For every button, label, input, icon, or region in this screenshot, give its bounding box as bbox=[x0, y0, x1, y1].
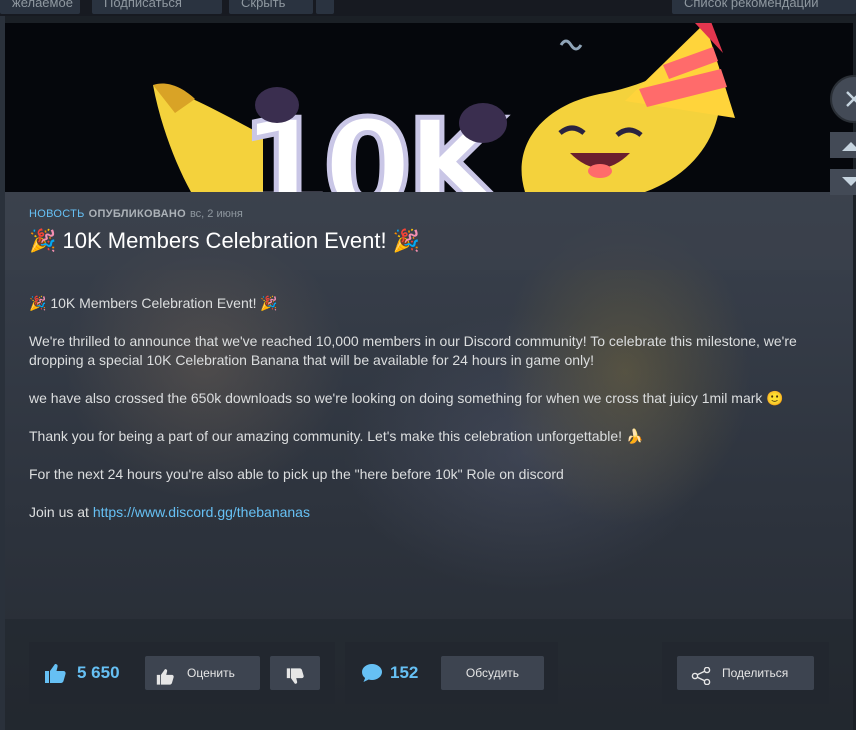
follow-label: Подписаться bbox=[104, 0, 182, 10]
wishlist-label: желаемое bbox=[12, 0, 73, 10]
event-modal: 10K НОВОСТЬ ОПУБЛИКОВАНО вс, 2 июня 🎉 10K … bbox=[5, 23, 853, 730]
banana-10k-illustration: 10K bbox=[153, 23, 735, 192]
post-title: 🎉 10K Members Celebration Event! 🎉 bbox=[29, 228, 421, 253]
news-tag[interactable]: НОВОСТЬ bbox=[29, 208, 85, 220]
chat-bubble-icon bbox=[361, 663, 383, 688]
post-meta: НОВОСТЬ ОПУБЛИКОВАНО вс, 2 июня bbox=[29, 208, 243, 220]
discuss-button[interactable]: Обсудить bbox=[441, 656, 544, 690]
previous-event-button[interactable] bbox=[830, 132, 856, 158]
rating-panel: 5 650 Оценить bbox=[29, 642, 335, 704]
comments-panel: 152 Обсудить bbox=[345, 642, 558, 704]
arrow-up-icon bbox=[842, 142, 856, 151]
discord-link[interactable]: https://www.discord.gg/thebananas bbox=[93, 504, 310, 520]
arrow-down-icon bbox=[842, 177, 856, 186]
post-paragraph: 🎉 10K Members Celebration Event! 🎉 bbox=[29, 295, 278, 311]
thumbs-up-icon bbox=[156, 664, 174, 698]
share-panel: Поделиться bbox=[662, 642, 829, 704]
join-paragraph: Join us at https://www.discord.gg/theban… bbox=[29, 503, 819, 522]
published-label: ОПУБЛИКОВАНО bbox=[88, 208, 186, 220]
post-paragraph: we have also crossed the 650k downloads … bbox=[29, 390, 784, 406]
post-paragraph: We're thrilled to announce that we've re… bbox=[29, 333, 797, 368]
next-event-button[interactable] bbox=[830, 169, 856, 195]
comments-count: 152 bbox=[390, 663, 419, 682]
thumbs-down-icon bbox=[286, 664, 304, 698]
discuss-label: Обсудить bbox=[465, 666, 520, 680]
more-dropdown-button[interactable] bbox=[316, 0, 334, 14]
wishlist-button[interactable]: желаемое bbox=[0, 0, 80, 14]
post-date: вс, 2 июня bbox=[189, 208, 243, 220]
thumbs-down-button[interactable] bbox=[270, 656, 320, 690]
close-icon bbox=[846, 91, 856, 107]
hide-button[interactable]: Скрыть bbox=[229, 0, 313, 14]
follow-button[interactable]: Подписаться bbox=[92, 0, 222, 14]
recommend-label: Список рекомендаций bbox=[684, 0, 819, 10]
share-label: Поделиться bbox=[722, 666, 789, 680]
rate-button[interactable]: Оценить bbox=[145, 656, 260, 690]
post-paragraph: Thank you for being a part of our amazin… bbox=[29, 428, 644, 444]
share-icon bbox=[691, 664, 711, 698]
store-topbar: желаемое Подписаться Скрыть Список реком… bbox=[0, 0, 856, 16]
thumbs-up-icon bbox=[44, 663, 66, 688]
post-paragraph: For the next 24 hours you're also able t… bbox=[29, 466, 564, 482]
join-prefix: Join us at bbox=[29, 504, 93, 520]
share-button[interactable]: Поделиться bbox=[677, 656, 814, 690]
hide-label: Скрыть bbox=[241, 0, 286, 10]
post-body: 🎉 10K Members Celebration Event! 🎉 We're… bbox=[29, 294, 819, 541]
recommend-list-button[interactable]: Список рекомендаций bbox=[672, 0, 856, 14]
rate-label: Оценить bbox=[187, 666, 235, 680]
likes-count: 5 650 bbox=[77, 663, 120, 682]
event-banner-image: 10K bbox=[5, 23, 853, 192]
